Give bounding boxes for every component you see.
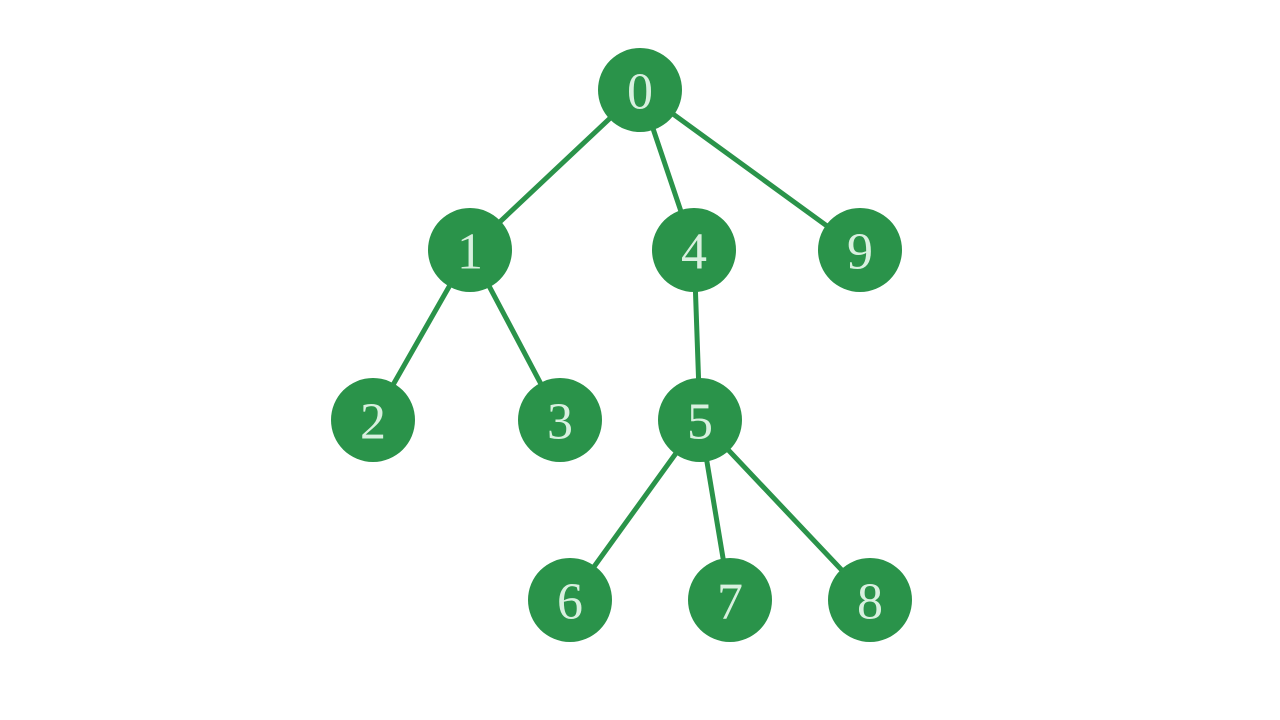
node-label-7: 7 — [717, 574, 743, 631]
node-3: 3 — [518, 378, 602, 462]
node-6: 6 — [528, 558, 612, 642]
edges-layer — [373, 90, 870, 600]
node-9: 9 — [818, 208, 902, 292]
tree-diagram: 0 1 4 9 2 3 5 6 7 8 — [0, 0, 1280, 720]
node-label-8: 8 — [857, 574, 883, 631]
node-2: 2 — [331, 378, 415, 462]
node-label-2: 2 — [360, 394, 386, 451]
node-5: 5 — [658, 378, 742, 462]
node-label-3: 3 — [547, 394, 573, 451]
node-8: 8 — [828, 558, 912, 642]
node-label-1: 1 — [457, 224, 483, 281]
node-0: 0 — [598, 48, 682, 132]
node-label-6: 6 — [557, 574, 583, 631]
node-label-0: 0 — [627, 64, 653, 121]
node-label-5: 5 — [687, 394, 713, 451]
node-label-9: 9 — [847, 224, 873, 281]
node-1: 1 — [428, 208, 512, 292]
node-4: 4 — [652, 208, 736, 292]
node-label-4: 4 — [681, 224, 707, 281]
node-7: 7 — [688, 558, 772, 642]
